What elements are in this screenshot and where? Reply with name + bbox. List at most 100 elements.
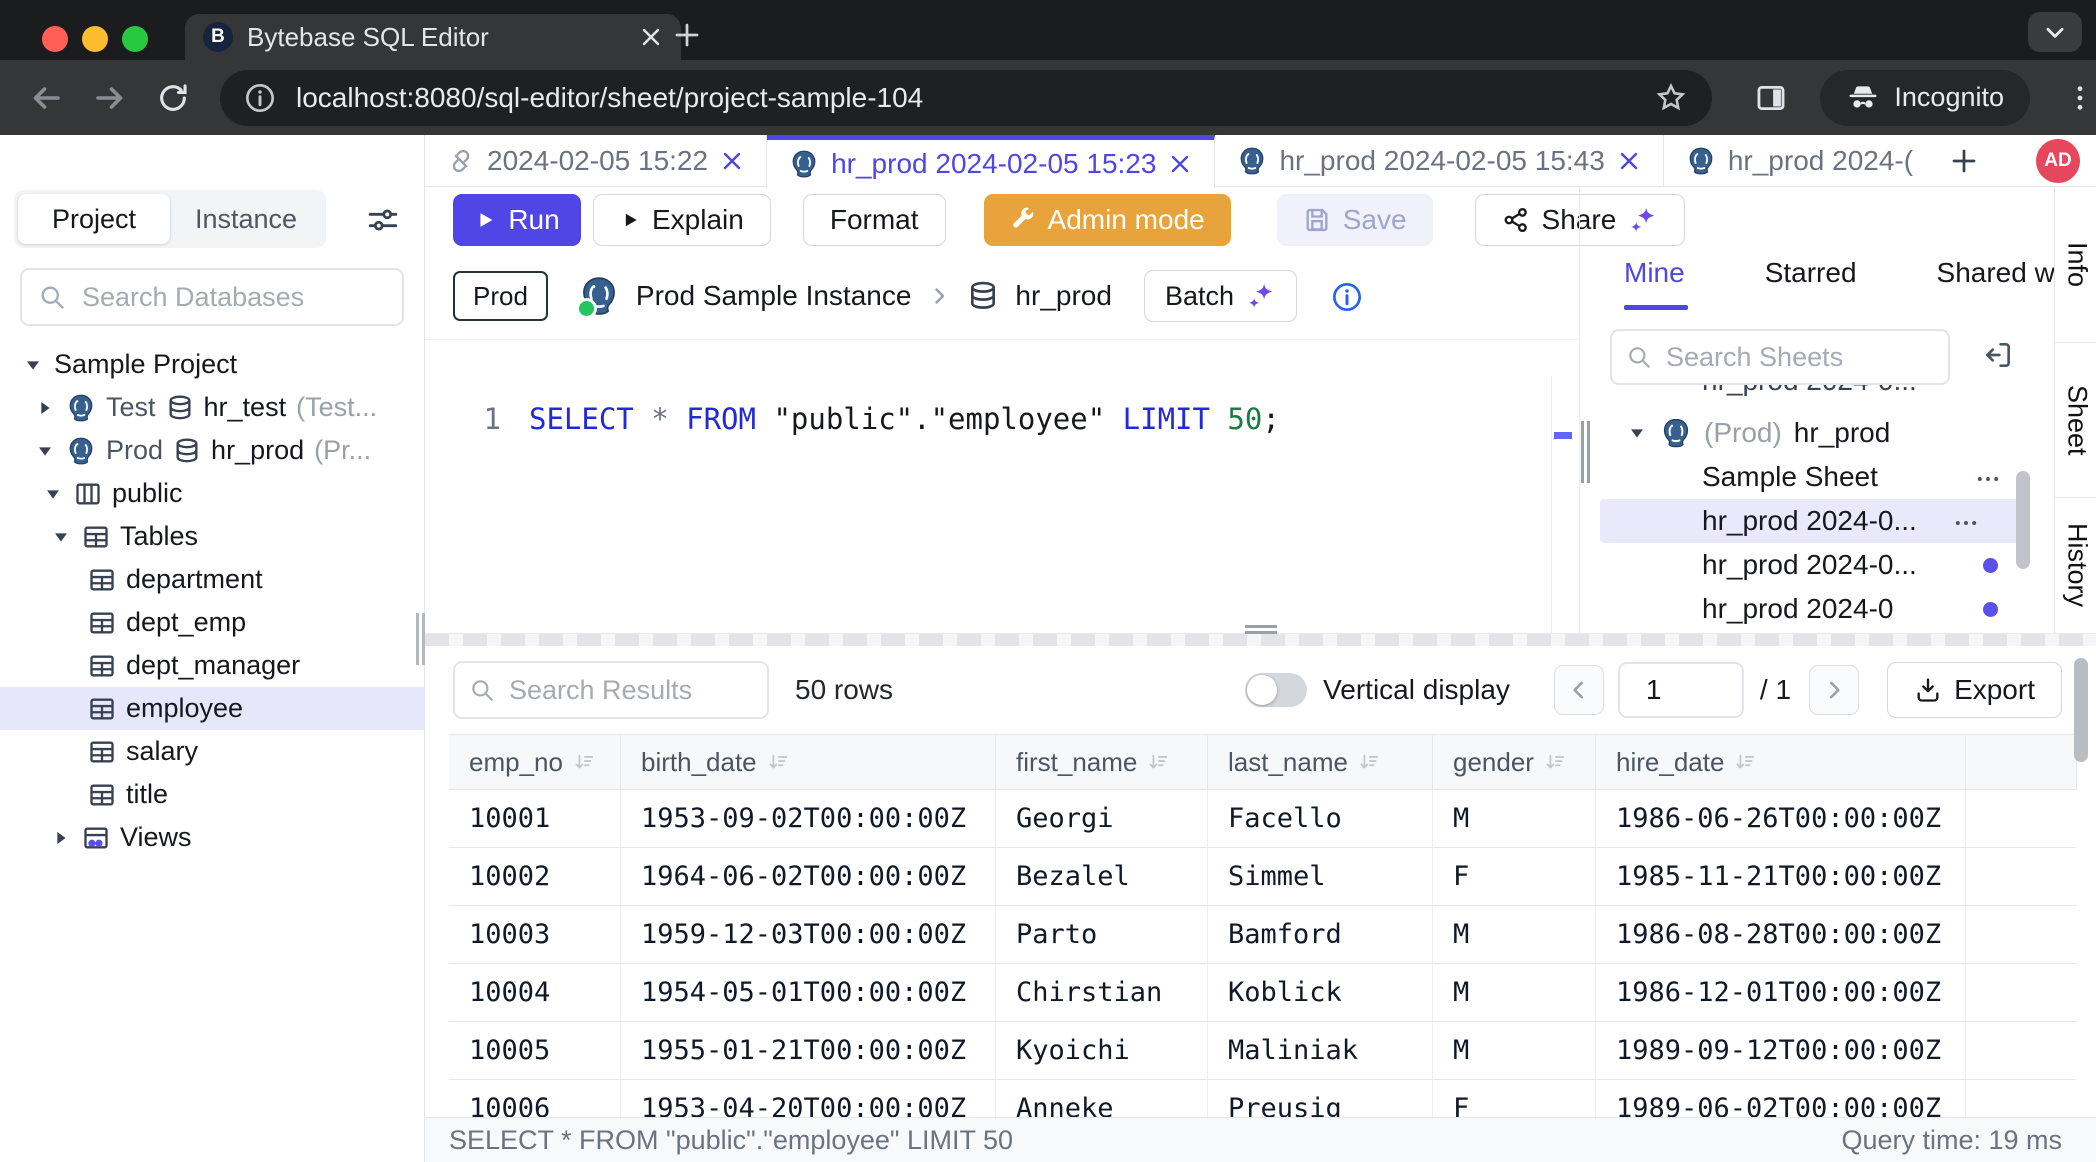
results-search[interactable] [453, 661, 769, 719]
cell[interactable]: 1953-09-02T00:00:00Z [621, 790, 996, 848]
panel-splitter[interactable] [1579, 187, 1592, 633]
environment-chip[interactable]: Prod [453, 271, 548, 321]
caret-right-icon[interactable] [50, 827, 72, 849]
cell[interactable]: Georgi [996, 790, 1208, 848]
rail-tab-history[interactable]: History [2055, 498, 2096, 633]
cell[interactable]: 10006 [449, 1080, 621, 1117]
side-panel-icon[interactable] [1754, 81, 1788, 115]
tree-item-tables[interactable]: Tables [0, 515, 424, 558]
cell[interactable]: 1986-06-26T00:00:00Z [1596, 790, 1966, 848]
close-window-button[interactable] [42, 26, 68, 52]
sheet-item-clipped-top[interactable]: hr_prod 2024-0... [1592, 385, 2054, 411]
tree-item-table-title[interactable]: title [0, 773, 424, 816]
sort-icon[interactable] [1734, 751, 1756, 773]
rail-tab-sheet[interactable]: Sheet [2055, 343, 2096, 498]
database-search[interactable] [20, 268, 404, 326]
search-sheets-input[interactable] [1664, 341, 1934, 374]
worksheet-tab-1[interactable]: 2024-02-05 15:22 [425, 135, 767, 186]
close-icon[interactable] [1617, 149, 1641, 173]
caret-down-icon[interactable] [50, 526, 72, 548]
bookmark-star-icon[interactable] [1654, 81, 1688, 115]
vertical-display-toggle[interactable] [1245, 673, 1307, 707]
new-tab-button[interactable] [672, 20, 702, 50]
cell[interactable]: 1985-11-21T00:00:00Z [1596, 848, 1966, 906]
browser-tab[interactable]: B Bytebase SQL Editor [185, 14, 681, 60]
cell[interactable]: 1954-05-01T00:00:00Z [621, 964, 996, 1022]
search-results-input[interactable] [507, 674, 753, 707]
database-name[interactable]: hr_prod [1015, 280, 1112, 312]
run-button[interactable]: Run [453, 194, 581, 246]
cell[interactable]: 10004 [449, 964, 621, 1022]
tree-item-schema-public[interactable]: public [0, 472, 424, 515]
cell[interactable]: F [1433, 1080, 1596, 1117]
cell[interactable]: 10003 [449, 906, 621, 964]
tree-item-table-dept-emp[interactable]: dept_emp [0, 601, 424, 644]
sheet-list-scrollbar[interactable] [2016, 471, 2030, 569]
caret-down-icon[interactable] [22, 354, 44, 376]
site-info-icon[interactable] [244, 82, 276, 114]
tree-item-table-employee-selected[interactable]: employee [0, 687, 424, 730]
cell[interactable]: 1989-09-12T00:00:00Z [1596, 1022, 1966, 1080]
sheet-menu-icon[interactable] [1974, 461, 2002, 493]
cell[interactable]: 1955-01-21T00:00:00Z [621, 1022, 996, 1080]
cell[interactable]: 1953-04-20T00:00:00Z [621, 1080, 996, 1117]
close-tab-icon[interactable] [639, 25, 663, 49]
tab-shared-with-me[interactable]: Shared w [1937, 257, 2054, 289]
avatar[interactable]: AD [2036, 139, 2080, 183]
tree-item-table-dept-manager[interactable]: dept_manager [0, 644, 424, 687]
search-databases-input[interactable] [80, 281, 386, 314]
cell[interactable]: Bezalel [996, 848, 1208, 906]
worksheet-tab-2-active[interactable]: hr_prod 2024-02-05 15:23 [767, 135, 1215, 187]
sort-icon[interactable] [1358, 751, 1380, 773]
caret-down-icon[interactable] [1626, 422, 1648, 444]
sort-icon[interactable] [1147, 751, 1169, 773]
instance-name[interactable]: Prod Sample Instance [636, 280, 912, 312]
sheet-item-sample-sheet[interactable]: Sample Sheet [1592, 455, 2054, 499]
sidebar-filter-icon[interactable] [366, 203, 400, 237]
page-number-input[interactable] [1618, 662, 1744, 718]
cell[interactable]: 1986-12-01T00:00:00Z [1596, 964, 1966, 1022]
sheet-item-selected[interactable]: hr_prod 2024-0... [1600, 499, 2024, 543]
prev-page-button[interactable] [1554, 665, 1604, 715]
tab-starred[interactable]: Starred [1765, 257, 1857, 289]
cell[interactable]: 1964-06-02T00:00:00Z [621, 848, 996, 906]
worksheet-tab-3[interactable]: hr_prod 2024-02-05 15:43 [1215, 135, 1663, 186]
batch-button[interactable]: Batch [1144, 270, 1297, 322]
cell[interactable]: M [1433, 790, 1596, 848]
cell[interactable]: 1986-08-28T00:00:00Z [1596, 906, 1966, 964]
cell[interactable]: 1989-06-02T00:00:00Z [1596, 1080, 1966, 1117]
tree-item-table-department[interactable]: department [0, 558, 424, 601]
cell[interactable]: M [1433, 964, 1596, 1022]
cell[interactable]: F [1433, 848, 1596, 906]
cell[interactable]: Facello [1208, 790, 1433, 848]
column-header-hire-date[interactable]: hire_date [1596, 735, 1966, 790]
reload-button[interactable] [156, 81, 190, 115]
sql-editor[interactable]: 1 SELECT * FROM "public"."employee" LIMI… [425, 340, 1579, 633]
caret-right-icon[interactable] [34, 397, 56, 419]
connection-info-icon[interactable] [1331, 279, 1363, 313]
cell[interactable]: Parto [996, 906, 1208, 964]
tree-item-views[interactable]: Views [0, 816, 424, 859]
import-sheet-icon[interactable] [1982, 339, 2014, 371]
editor-scrollbar-gutter[interactable] [1551, 376, 1579, 633]
sheet-search[interactable] [1610, 329, 1950, 385]
worksheet-tab-4[interactable]: hr_prod 2024-( [1664, 135, 1935, 186]
sheet-item-unsaved[interactable]: hr_prod 2024-0... [1592, 543, 2054, 587]
forward-button[interactable] [92, 80, 128, 116]
caret-down-icon[interactable] [34, 440, 56, 462]
cell[interactable]: 10001 [449, 790, 621, 848]
cell[interactable]: Preusig [1208, 1080, 1433, 1117]
splitter-grip-icon[interactable] [1581, 421, 1590, 483]
tab-search-button[interactable] [2028, 12, 2082, 52]
browser-menu-button[interactable] [2064, 82, 2096, 114]
add-worksheet-button[interactable] [1935, 135, 1993, 186]
tree-item-hr-test[interactable]: Test hr_test (Test... [0, 386, 424, 429]
save-button[interactable]: Save [1277, 194, 1433, 246]
cell[interactable]: 1959-12-03T00:00:00Z [621, 906, 996, 964]
close-icon[interactable] [720, 149, 744, 173]
cell[interactable]: Simmel [1208, 848, 1433, 906]
cell[interactable]: Bamford [1208, 906, 1433, 964]
sort-icon[interactable] [1544, 751, 1566, 773]
column-header-birth-date[interactable]: birth_date [621, 735, 996, 790]
tree-item-table-salary[interactable]: salary [0, 730, 424, 773]
